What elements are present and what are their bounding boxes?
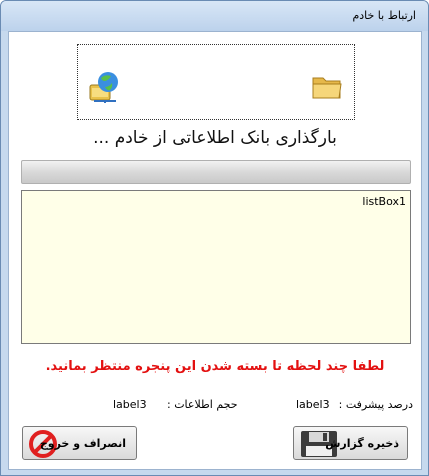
server-connection-window: ارتباط با خادم بارگذاری بانک اطلاعاتی از… [0, 0, 429, 476]
client-area: بارگذاری بانک اطلاعاتی از خادم ... listB… [8, 31, 422, 470]
data-size-value: label3 [113, 398, 147, 411]
transfer-animation [77, 44, 355, 120]
cancel-exit-label: انصراف و خروج [39, 437, 126, 450]
folder-icon [312, 77, 342, 99]
progress-percent-value: label3 [296, 398, 330, 411]
cancel-exit-button[interactable]: انصراف و خروج [22, 426, 137, 460]
log-listbox[interactable]: listBox1 [21, 190, 411, 344]
title-bar[interactable]: ارتباط با خادم [1, 1, 428, 31]
progress-percent-label: درصد پیشرفت : [338, 398, 413, 411]
save-report-button[interactable]: ذخیره گزارش [293, 426, 408, 460]
network-drive-icon [89, 72, 118, 103]
listbox-placeholder-text: listBox1 [362, 195, 406, 208]
data-size-label: حجم اطلاعات : [167, 398, 238, 411]
window-title: ارتباط با خادم [352, 9, 416, 22]
save-report-label: ذخیره گزارش [325, 437, 399, 450]
progress-bar [21, 160, 411, 184]
loading-message: بارگذاری بانک اطلاعاتی از خادم ... [93, 128, 337, 148]
wait-warning: لطفا چند لحظه تا بسته شدن این پنجره منتظ… [45, 359, 385, 374]
